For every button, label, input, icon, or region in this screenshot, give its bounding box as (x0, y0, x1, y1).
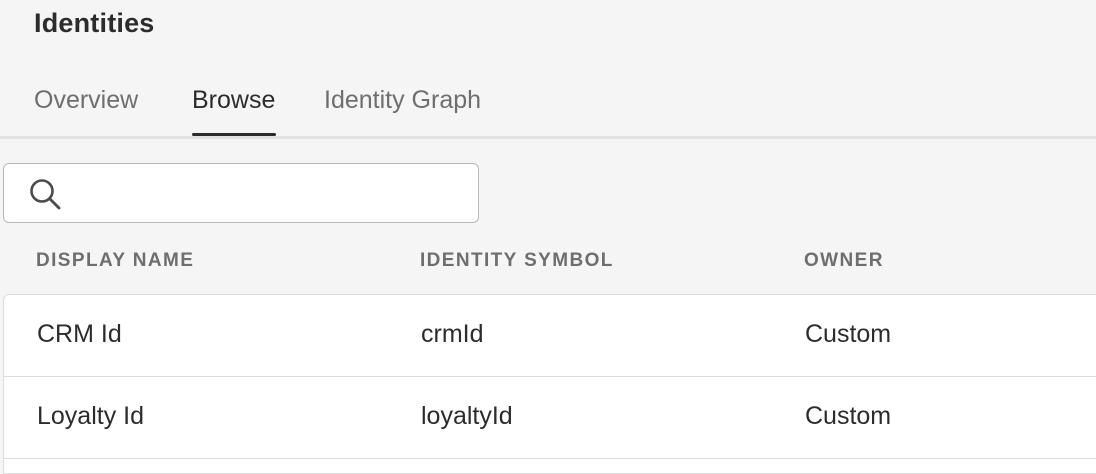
tab-overview[interactable]: Overview (34, 86, 138, 129)
column-header-owner[interactable]: OWNER (804, 250, 884, 272)
cell-owner: Custom (805, 320, 892, 348)
page-title: Identities (34, 8, 155, 38)
search-input[interactable] (76, 174, 470, 214)
tab-browse[interactable]: Browse (192, 86, 275, 129)
identities-table: CRM Id crmId Custom Loyalty Id loyaltyId… (3, 294, 1096, 474)
cell-owner: Custom (805, 402, 892, 430)
column-header-identity-symbol[interactable]: IDENTITY SYMBOL (420, 250, 614, 272)
table-row[interactable]: CRM Id crmId Custom (4, 295, 1096, 377)
cell-display-name: CRM Id (37, 320, 122, 348)
table-row[interactable]: Loyalty Id loyaltyId Custom (4, 377, 1096, 459)
selected-tab-indicator (192, 133, 276, 136)
cell-display-name: Loyalty Id (37, 402, 145, 430)
tab-bar: Overview Browse Identity Graph (0, 72, 1096, 139)
tab-identity-graph[interactable]: Identity Graph (324, 86, 481, 129)
search-field[interactable] (3, 163, 479, 223)
cell-identity-symbol: loyaltyId (421, 402, 513, 430)
cell-identity-symbol: crmId (421, 320, 484, 348)
column-header-display-name[interactable]: DISPLAY NAME (36, 250, 194, 272)
search-icon (28, 177, 64, 211)
